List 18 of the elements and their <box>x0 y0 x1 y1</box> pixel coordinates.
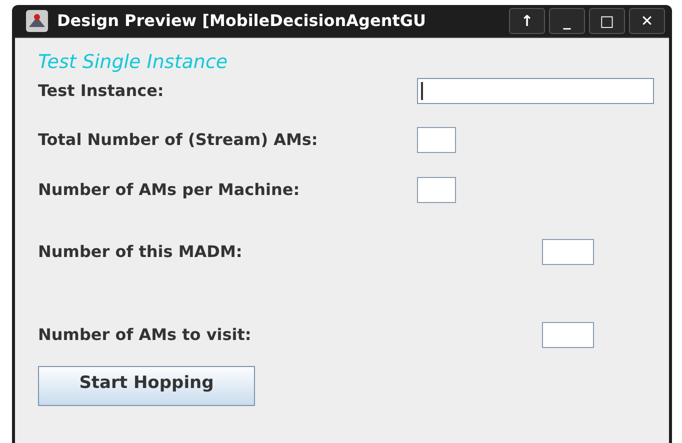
section-heading: Test Single Instance <box>38 50 229 75</box>
input-field[interactable] <box>417 177 456 203</box>
field-label: Number of this MADM: <box>38 241 244 263</box>
field-label: Number of AMs per Machine: <box>38 179 301 201</box>
field-label: Total Number of (Stream) AMs: <box>38 129 319 151</box>
close-button[interactable]: ✕ <box>629 8 665 34</box>
field-label: Test Instance: <box>38 80 165 102</box>
field-label: Number of AMs to visit: <box>38 324 252 346</box>
input-field[interactable] <box>542 322 594 348</box>
shade-button[interactable]: ↑ <box>509 8 545 34</box>
minimize-button[interactable]: _ <box>549 8 585 34</box>
maximize-button[interactable]: □ <box>589 8 625 34</box>
app-icon <box>25 9 49 33</box>
input-field[interactable] <box>542 239 594 265</box>
start-hopping-button[interactable]: Start Hopping <box>38 366 255 406</box>
input-field[interactable] <box>417 127 456 153</box>
window-title: Design Preview [MobileDecisionAgentGU <box>57 10 427 32</box>
input-field[interactable] <box>417 78 654 104</box>
